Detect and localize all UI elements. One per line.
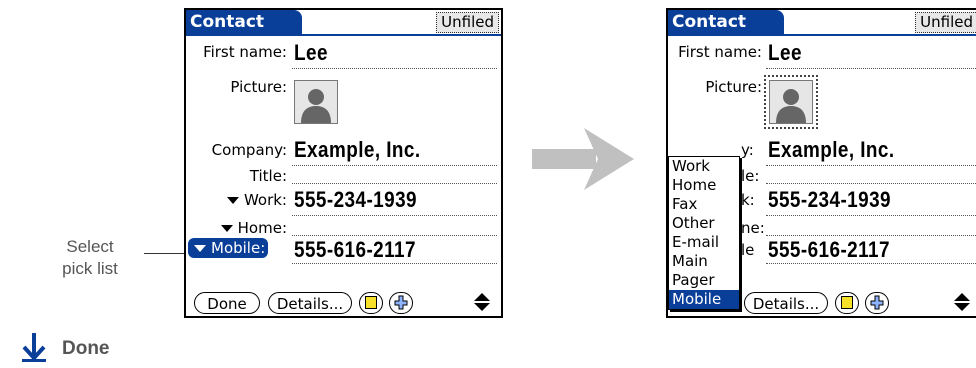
first-name-value[interactable]: Lee	[294, 40, 328, 66]
work-underline	[292, 215, 497, 216]
note-button[interactable]	[835, 292, 859, 314]
mobile-underline	[766, 263, 976, 264]
first-name-label: First name:	[678, 43, 762, 61]
picture-label: Picture:	[705, 78, 762, 96]
category-selector[interactable]: Unfiled	[915, 12, 976, 33]
company-underline	[292, 165, 497, 166]
screen-title: Contact Edit	[668, 10, 784, 56]
first-name-underline	[766, 68, 976, 69]
add-icon	[394, 295, 408, 310]
first-name-underline	[292, 68, 497, 69]
note-icon	[841, 296, 853, 309]
home-label[interactable]: Home:	[220, 219, 287, 237]
callout-leader-line	[144, 253, 187, 254]
work-value[interactable]: 555-234-1939	[294, 187, 417, 213]
add-icon	[870, 295, 884, 310]
work-label-partial: k:	[741, 191, 755, 209]
scroll-up-arrow[interactable]	[954, 293, 970, 301]
mobile-value[interactable]: 555-616-2117	[768, 237, 890, 263]
title-label-partial: le:	[741, 167, 760, 185]
contact-photo-icon[interactable]	[764, 75, 818, 129]
first-name-label: First name:	[203, 43, 287, 61]
mobile-label-partial: le	[741, 241, 755, 259]
category-selector[interactable]: Unfiled	[436, 12, 499, 33]
home-underline	[292, 235, 497, 236]
contact-photo-icon[interactable]	[294, 80, 338, 124]
title-bar: Contact Edit Unfiled	[186, 10, 501, 56]
title-underline	[766, 183, 976, 184]
mobile-picklist-trigger[interactable]: Mobile:	[188, 238, 269, 258]
company-label: Company:	[211, 141, 287, 159]
callout-text: Select pick list	[40, 236, 140, 280]
home-label-text: Home:	[237, 219, 287, 237]
arrow-right-icon	[532, 128, 634, 190]
company-value[interactable]: Example, Inc.	[294, 137, 421, 163]
screen-title: Contact Edit	[186, 10, 302, 56]
company-value[interactable]: Example, Inc.	[768, 137, 895, 163]
arrow-down-icon	[22, 333, 46, 362]
contact-edit-screen-before: Contact Edit Unfiled First name: Lee Pic…	[184, 8, 503, 318]
step-done-label: Done	[62, 338, 110, 359]
mobile-underline	[292, 263, 497, 264]
dropdown-triangle-icon	[194, 245, 206, 252]
dropdown-triangle-icon	[226, 197, 239, 204]
picklist-item-fax[interactable]: Fax	[669, 195, 739, 214]
mobile-value[interactable]: 555-616-2117	[294, 237, 416, 263]
title-label: Title:	[249, 167, 287, 185]
company-label-partial: y:	[741, 141, 754, 159]
phone-type-picklist: Work Home Fax Other E-mail Main Pager Mo…	[668, 156, 740, 310]
title-underline	[292, 183, 497, 184]
picklist-item-mobile[interactable]: Mobile	[669, 290, 739, 309]
contact-edit-screen-after: Contact Edit Unfiled First name: Lee Pic…	[666, 8, 976, 318]
scroll-up-arrow[interactable]	[474, 293, 490, 301]
home-label-partial: ne:	[741, 219, 765, 237]
details-button[interactable]: Details...	[744, 292, 828, 314]
first-name-value[interactable]: Lee	[768, 40, 802, 66]
callout-line2: pick list	[62, 259, 118, 278]
add-button[interactable]	[389, 292, 413, 314]
done-button[interactable]: Done	[194, 292, 260, 314]
picklist-item-work[interactable]: Work	[669, 157, 739, 176]
scroll-down-arrow[interactable]	[474, 303, 490, 311]
note-button[interactable]	[359, 292, 383, 314]
picture-label: Picture:	[230, 78, 287, 96]
dropdown-triangle-icon	[220, 225, 233, 232]
add-button[interactable]	[865, 292, 889, 314]
callout-line1: Select	[66, 237, 114, 256]
company-underline	[766, 165, 976, 166]
picklist-item-home[interactable]: Home	[669, 176, 739, 195]
picklist-item-main[interactable]: Main	[669, 252, 739, 271]
note-icon	[365, 296, 377, 309]
picklist-item-email[interactable]: E-mail	[669, 233, 739, 252]
home-underline	[766, 235, 976, 236]
work-underline	[766, 215, 976, 216]
picklist-item-other[interactable]: Other	[669, 214, 739, 233]
work-label-text: Work:	[243, 191, 287, 209]
work-label[interactable]: Work:	[226, 191, 287, 209]
title-bar: Contact Edit Unfiled	[668, 10, 976, 56]
picklist-item-pager[interactable]: Pager	[669, 271, 739, 290]
details-button[interactable]: Details...	[268, 292, 352, 314]
work-value[interactable]: 555-234-1939	[768, 187, 891, 213]
scroll-down-arrow[interactable]	[954, 303, 970, 311]
mobile-label-text: Mobile:	[211, 239, 266, 257]
